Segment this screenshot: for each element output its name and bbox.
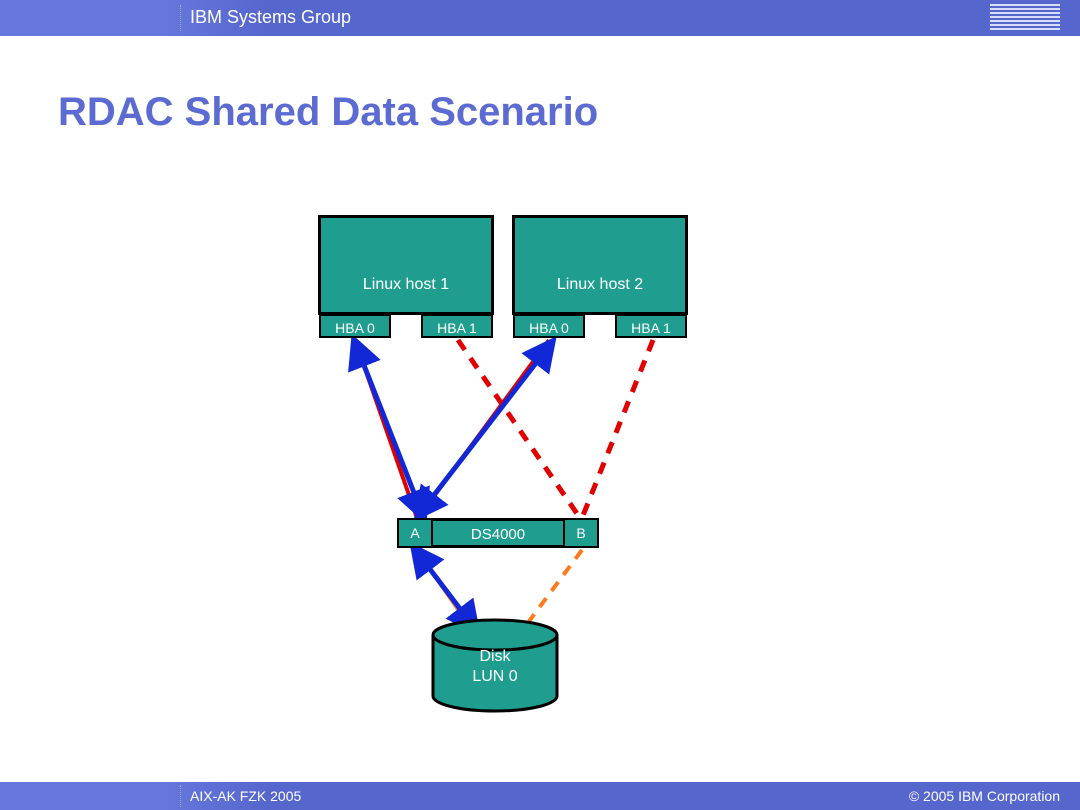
storage-array-label: DS4000: [471, 526, 525, 543]
disk-label-line2: LUN 0: [435, 668, 555, 686]
header-divider: [180, 5, 181, 31]
header-band: IBM Systems Group: [0, 0, 1080, 36]
footer-right-label: © 2005 IBM Corporation: [909, 788, 1060, 804]
host-1-hba-0: HBA 0: [319, 314, 391, 338]
footer-divider: [180, 785, 181, 807]
storage-port-b: B: [563, 518, 599, 548]
host-1-hba-1: HBA 1: [421, 314, 493, 338]
host-box-2: Linux host 2 HBA 0 HBA 1: [512, 215, 688, 315]
footer-left-label: AIX-AK FZK 2005: [190, 788, 301, 804]
storage-array-box: DS4000 A B: [398, 518, 598, 548]
header-group-label: IBM Systems Group: [190, 7, 351, 28]
ibm-logo-icon: [990, 4, 1060, 32]
footer-band: AIX-AK FZK 2005 © 2005 IBM Corporation: [0, 782, 1080, 810]
host-box-1: Linux host 1 HBA 0 HBA 1: [318, 215, 494, 315]
host-2-label: Linux host 2: [515, 276, 685, 294]
host-1-label: Linux host 1: [321, 276, 491, 294]
host-2-hba-0: HBA 0: [513, 314, 585, 338]
host-2-hba-1: HBA 1: [615, 314, 687, 338]
disk-label-line1: Disk: [435, 648, 555, 666]
slide-title: RDAC Shared Data Scenario: [58, 90, 598, 135]
storage-port-a: A: [397, 518, 433, 548]
